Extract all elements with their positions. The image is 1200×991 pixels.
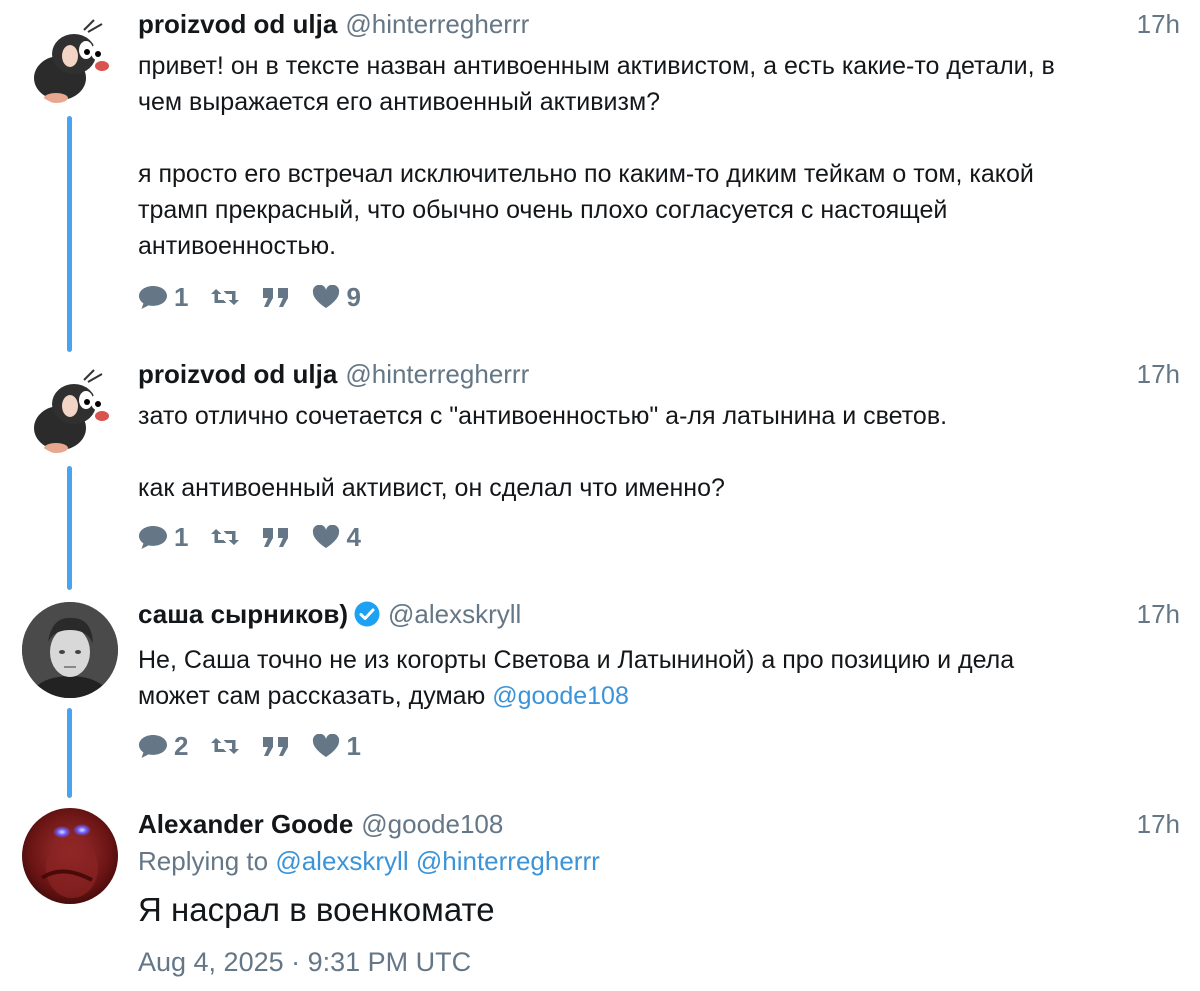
retweet-button[interactable] <box>210 285 240 309</box>
username[interactable]: @hinterregherrr <box>345 9 529 39</box>
like-count: 9 <box>346 281 361 312</box>
replying-to-label: Replying to <box>138 846 269 876</box>
tweet-3[interactable]: саша сырников) @alexskryll 17h Не, Саша т… <box>0 594 1200 798</box>
heart-icon <box>313 734 340 757</box>
mole-avatar-image <box>22 10 118 106</box>
reply-count: 1 <box>174 521 189 552</box>
mention-link[interactable]: @alexskryll <box>275 846 408 876</box>
reply-button[interactable]: 1 <box>138 282 188 313</box>
tweet-header: proizvod od ulja @hinterregherrr 17h <box>138 356 1180 392</box>
like-button[interactable]: 4 <box>312 521 361 553</box>
person-photo-avatar-image <box>22 602 118 698</box>
mention-link[interactable]: @hinterregherrr <box>416 846 600 876</box>
username[interactable]: @hinterregherrr <box>345 359 529 389</box>
comment-icon <box>139 286 167 309</box>
mole-avatar[interactable] <box>22 360 118 456</box>
red-glowing-eyes-avatar[interactable] <box>22 808 118 904</box>
username[interactable]: @alexskryll <box>388 599 521 629</box>
red-glowing-eyes-avatar-image <box>22 808 118 904</box>
tweet-date[interactable]: Aug 4, 2025 · 9:31 PM UTC <box>138 944 471 980</box>
display-name[interactable]: Alexander Goode <box>138 809 353 839</box>
tweet-text: Я насрал в военкомате <box>138 891 495 928</box>
retweet-icon <box>211 529 240 545</box>
heart-icon <box>313 285 340 308</box>
like-count: 1 <box>346 730 361 761</box>
quote-icon <box>263 737 289 756</box>
quote-button[interactable] <box>262 735 290 757</box>
mole-avatar-image <box>22 360 118 456</box>
reply-count: 1 <box>174 281 189 312</box>
tweet-text: зато отлично сочетается с "антивоенность… <box>138 402 948 502</box>
like-count: 4 <box>346 521 361 552</box>
tweet-actions: 2 1 <box>138 729 383 763</box>
verified-badge-icon <box>354 601 380 627</box>
thread-line <box>67 116 72 352</box>
retweet-icon <box>211 289 240 305</box>
tweet-text: Не, Саша точно не из когорты Светова и Л… <box>138 642 1178 714</box>
tweet-header: Alexander Goode @goode108 17h <box>138 806 1180 842</box>
thread-line <box>67 466 72 590</box>
thread-line <box>67 708 72 798</box>
reply-count: 2 <box>174 730 189 761</box>
tweet-1[interactable]: proizvod od ulja @hinterregherrr 17h прив… <box>0 4 1200 352</box>
tweet-actions: 1 9 <box>138 280 383 314</box>
quote-icon <box>263 528 289 547</box>
mole-avatar[interactable] <box>22 10 118 106</box>
display-name[interactable]: proizvod od ulja <box>138 9 337 39</box>
timestamp[interactable]: 17h <box>1137 806 1180 842</box>
display-name[interactable]: саша сырников) <box>138 599 348 629</box>
tweet-text: привет! он в тексте назван антивоенным а… <box>138 52 1055 260</box>
retweet-icon <box>211 738 240 754</box>
comment-icon <box>139 526 167 549</box>
tweet-actions: 1 4 <box>138 520 383 554</box>
timestamp[interactable]: 17h <box>1137 6 1180 42</box>
replying-to: Replying to @alexskryll @hinterregherrr <box>138 843 600 879</box>
retweet-button[interactable] <box>210 525 240 549</box>
like-button[interactable]: 9 <box>312 281 361 313</box>
tweet-header: proizvod od ulja @hinterregherrr 17h <box>138 6 1180 42</box>
retweet-button[interactable] <box>210 734 240 758</box>
comment-icon <box>139 735 167 758</box>
tweet-header: саша сырников) @alexskryll 17h <box>138 596 1180 632</box>
reply-button[interactable]: 2 <box>138 731 188 762</box>
like-button[interactable]: 1 <box>312 730 361 762</box>
person-photo-avatar[interactable] <box>22 602 118 698</box>
quote-button[interactable] <box>262 526 290 548</box>
quote-icon <box>263 288 289 307</box>
heart-icon <box>313 525 340 548</box>
timestamp[interactable]: 17h <box>1137 356 1180 392</box>
display-name[interactable]: proizvod od ulja <box>138 359 337 389</box>
tweet-2[interactable]: proizvod od ulja @hinterregherrr 17h зато… <box>0 354 1200 594</box>
quote-button[interactable] <box>262 286 290 308</box>
mention-link[interactable]: @goode108 <box>492 682 629 710</box>
reply-button[interactable]: 1 <box>138 522 188 553</box>
timestamp[interactable]: 17h <box>1137 596 1180 632</box>
username[interactable]: @goode108 <box>361 809 503 839</box>
tweet-4-main[interactable]: Alexander Goode @goode108 17h Replying to… <box>0 804 1200 991</box>
